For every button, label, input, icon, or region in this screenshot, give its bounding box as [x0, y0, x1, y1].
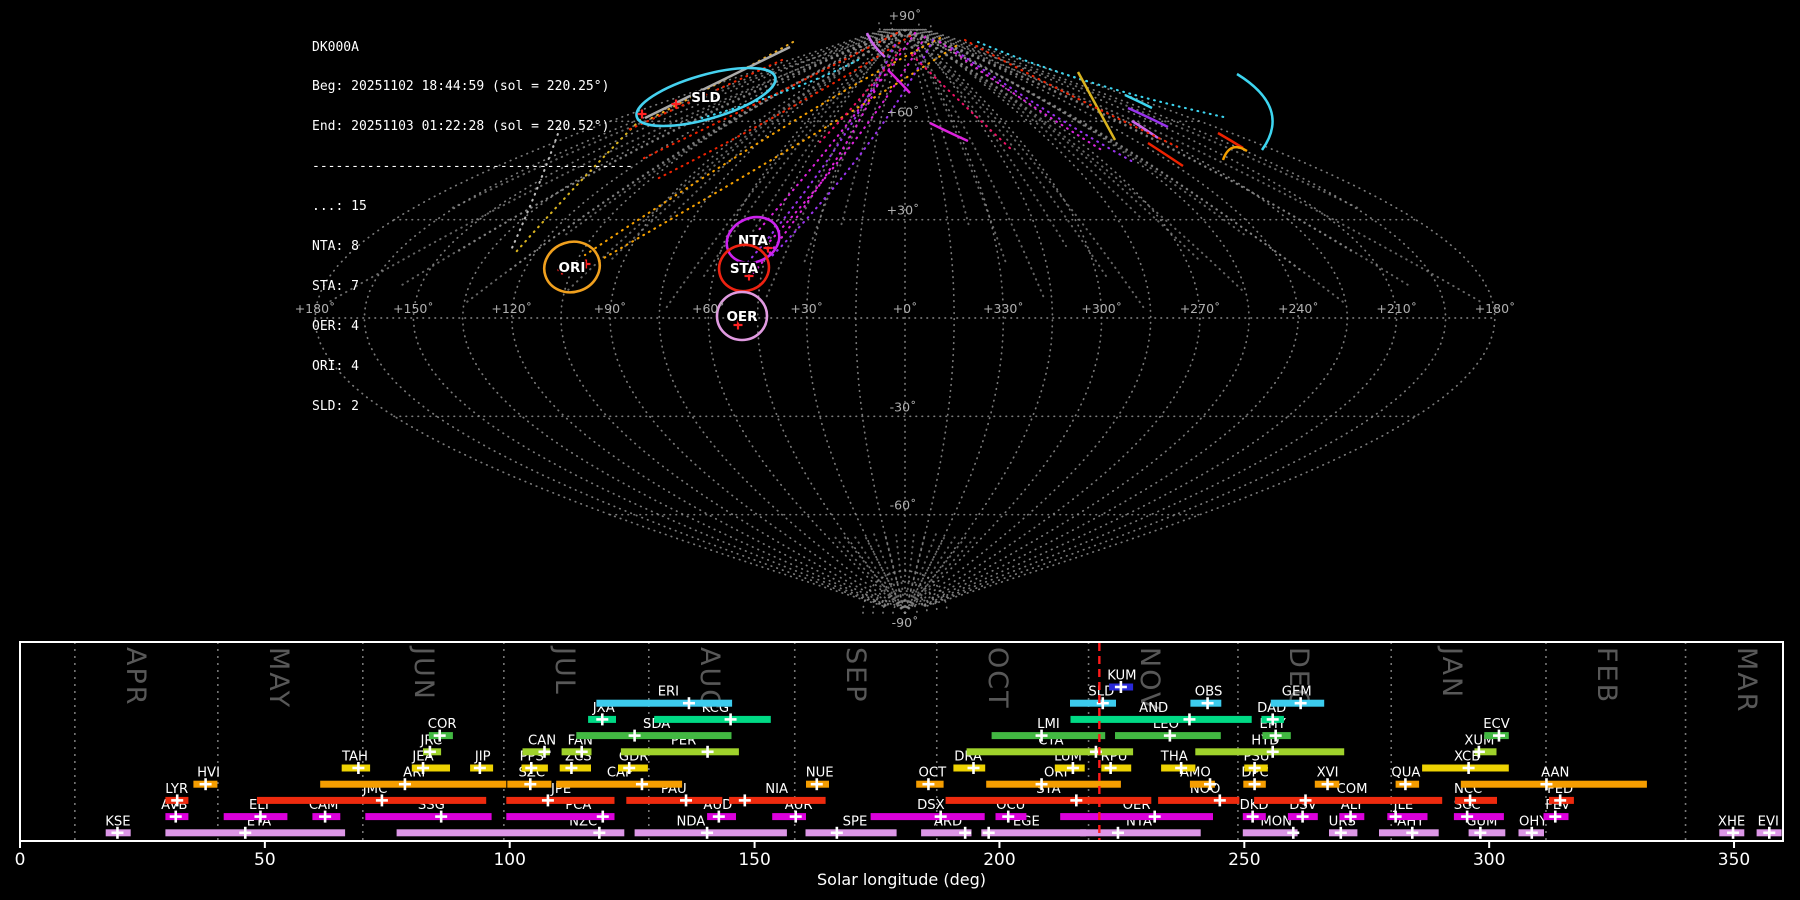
- svg-text:+60˚: +60˚: [887, 104, 920, 119]
- svg-text:+210˚: +210˚: [1376, 301, 1417, 316]
- svg-text:TAH: TAH: [341, 750, 368, 765]
- month-label-FEB: FEB: [1591, 647, 1622, 704]
- month-label-JUL: JUL: [549, 645, 580, 696]
- month-label-MAY: MAY: [263, 647, 294, 709]
- month-label-SEP: SEP: [840, 647, 871, 703]
- shower-OBS: OBS: [1190, 685, 1222, 710]
- count-nta: NTA: 8: [312, 239, 359, 255]
- svg-text:+180˚: +180˚: [1475, 301, 1516, 316]
- svg-text:XHE: XHE: [1718, 814, 1745, 829]
- shower-OCT: OCT: [916, 766, 947, 791]
- shower-CAN: CAN: [522, 733, 556, 758]
- count-sta: STA: 7: [312, 278, 359, 294]
- svg-text:150: 150: [738, 850, 770, 870]
- observation-legend: DK000A Beg: 20251102 18:44:59 (sol = 220…: [312, 14, 633, 426]
- station-id: DK000A: [312, 39, 359, 55]
- svg-text:0: 0: [15, 850, 26, 870]
- svg-text:GEM: GEM: [1282, 685, 1312, 700]
- svg-text:OER: OER: [726, 309, 758, 325]
- count-oer: OER: 4: [312, 318, 359, 334]
- shower-ECV: ECV: [1483, 717, 1510, 742]
- radiant-map-and-activity-chart: SLDORINTASTAOER+90˚-90˚+60˚+30˚-30˚-60˚+…: [15, 8, 1784, 889]
- svg-text:OBS: OBS: [1195, 685, 1223, 700]
- svg-text:+30˚: +30˚: [887, 203, 920, 218]
- svg-text:NUE: NUE: [806, 766, 834, 781]
- legend-separator: ----------------------------------------…: [312, 159, 633, 175]
- svg-text:+90˚: +90˚: [889, 8, 922, 23]
- svg-text:+240˚: +240˚: [1278, 301, 1319, 316]
- svg-text:350: 350: [1718, 850, 1750, 870]
- svg-text:NIA: NIA: [765, 782, 788, 797]
- shower-THA: THA: [1160, 750, 1196, 774]
- svg-text:AAN: AAN: [1541, 766, 1569, 781]
- meteor-observation-screen: { "legend": { "station": "DK000A", "beg_…: [0, 0, 1800, 900]
- svg-text:+30˚: +30˚: [790, 301, 823, 316]
- count-sld: SLD: 2: [312, 398, 359, 414]
- svg-text:+330˚: +330˚: [983, 301, 1024, 316]
- shower-KUM: KUM: [1107, 669, 1137, 693]
- svg-text:XVI: XVI: [1317, 766, 1339, 781]
- count-sporadic: ...: 15: [312, 199, 367, 215]
- month-label-JUN: JUN: [408, 645, 439, 701]
- shower-ORI: ORI: [986, 766, 1121, 791]
- svg-text:COM: COM: [1337, 782, 1368, 797]
- shower-KSE: KSE: [105, 814, 131, 839]
- svg-text:ERI: ERI: [658, 685, 679, 700]
- svg-text:QUA: QUA: [1391, 766, 1420, 781]
- shower-XHE: XHE: [1718, 814, 1745, 839]
- svg-text:+0˚: +0˚: [893, 301, 918, 316]
- svg-text:NDA: NDA: [677, 814, 706, 829]
- shower-LYR: LYR: [165, 782, 189, 807]
- svg-text:-60˚: -60˚: [890, 498, 917, 513]
- svg-text:-90˚: -90˚: [892, 615, 919, 630]
- svg-text:LMI: LMI: [1037, 717, 1060, 732]
- svg-text:250: 250: [1228, 850, 1260, 870]
- shower-QUA: QUA: [1391, 766, 1420, 791]
- svg-text:DSX: DSX: [917, 798, 945, 813]
- shower-EVI: EVI: [1756, 814, 1782, 839]
- svg-text:OCT: OCT: [919, 766, 948, 781]
- svg-text:LYR: LYR: [165, 782, 188, 797]
- count-ori: ORI: 4: [312, 358, 359, 374]
- shower-COR: COR: [428, 717, 457, 742]
- svg-text:100: 100: [493, 850, 525, 870]
- activity-timeline: APR MAY JUN JUL AUG SEP OCT NOV DEC JAN FEB MARKSE E…: [15, 641, 1784, 889]
- shower-XVI: XVI: [1314, 766, 1340, 791]
- svg-text:JIP: JIP: [474, 750, 491, 765]
- shower-TAH: TAH: [341, 750, 371, 774]
- shower-GEM: GEM: [1270, 685, 1325, 710]
- begin-time-line: Beg: 20251102 18:44:59 (sol = 220.25°): [312, 79, 610, 95]
- svg-text:SPE: SPE: [843, 814, 868, 829]
- svg-text:KUM: KUM: [1107, 669, 1136, 684]
- month-label-OCT: OCT: [982, 647, 1013, 710]
- svg-text:+270˚: +270˚: [1180, 301, 1221, 316]
- svg-text:200: 200: [983, 850, 1015, 870]
- shower-NUE: NUE: [806, 766, 834, 791]
- svg-text:AND: AND: [1139, 701, 1168, 716]
- end-time-line: End: 20251103 01:22:28 (sol = 220.52°): [312, 119, 610, 135]
- x-axis-title: Solar longitude (deg): [817, 870, 986, 889]
- svg-text:HVI: HVI: [197, 766, 220, 781]
- svg-text:SLD: SLD: [691, 90, 721, 106]
- month-label-APR: APR: [120, 647, 151, 707]
- month-label-JAN: JAN: [1436, 645, 1467, 699]
- svg-text:300: 300: [1473, 850, 1505, 870]
- radiant-OER: OER: [715, 290, 769, 342]
- svg-text:THA: THA: [1160, 750, 1188, 765]
- shower-HVI: HVI: [193, 766, 220, 791]
- svg-text:KSE: KSE: [105, 814, 130, 829]
- svg-text:CAN: CAN: [528, 733, 556, 748]
- svg-text:50: 50: [254, 850, 276, 870]
- svg-text:STA: STA: [730, 261, 759, 277]
- svg-text:+60˚: +60˚: [692, 301, 725, 316]
- shower-JIP: JIP: [470, 750, 494, 774]
- month-label-MAR: MAR: [1731, 647, 1762, 714]
- svg-text:ECV: ECV: [1483, 717, 1510, 732]
- svg-text:COR: COR: [428, 717, 457, 732]
- svg-text:-30˚: -30˚: [890, 399, 917, 414]
- svg-text:EVI: EVI: [1758, 814, 1779, 829]
- shower-bars: KSE ETA NZC NDA SPE ARD EGE NTA MON URS AHY GUM OHY X…: [105, 669, 1782, 839]
- svg-text:+300˚: +300˚: [1081, 301, 1122, 316]
